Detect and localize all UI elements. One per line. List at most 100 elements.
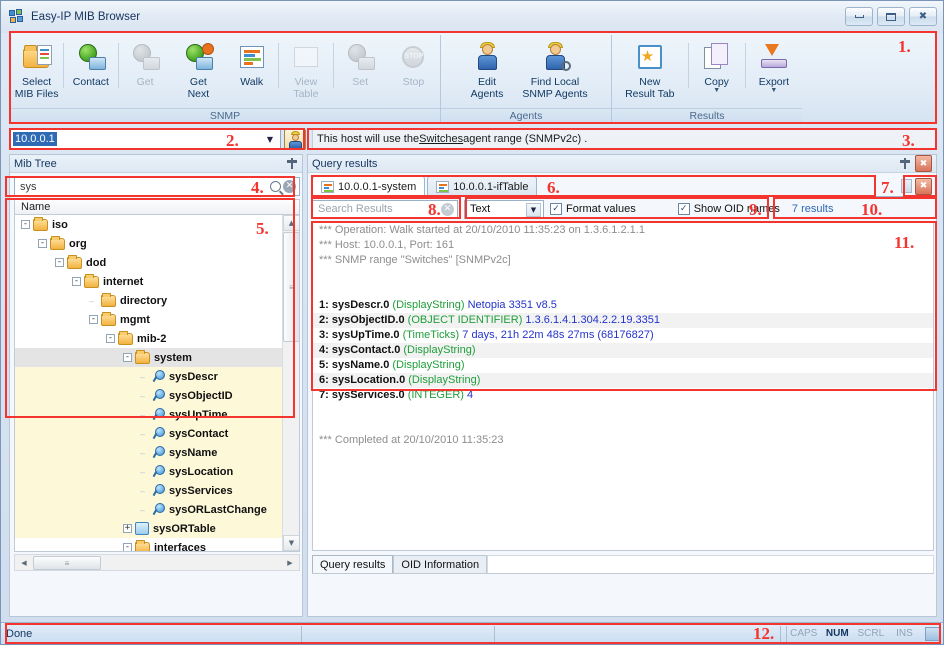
result-index: 7: (319, 389, 332, 401)
bottom-tab-oid-information[interactable]: OID Information (393, 555, 488, 573)
tree-node-sysLocation[interactable]: – sysLocation (15, 462, 283, 481)
expand-icon[interactable]: + (123, 524, 132, 533)
collapse-icon[interactable]: - (123, 353, 132, 362)
close-button[interactable]: ✖ (909, 7, 937, 26)
tree-node-sysObjectID[interactable]: – sysObjectID (15, 386, 283, 405)
pin-icon[interactable] (899, 157, 911, 170)
tree-node-system[interactable]: - system (15, 348, 283, 367)
tree-node-sysName[interactable]: – sysName (15, 443, 283, 462)
export-button[interactable]: Export ▼ (746, 37, 802, 103)
search-icon[interactable] (270, 181, 281, 192)
scroll-down-button[interactable]: ▼ (283, 535, 299, 551)
collapse-icon[interactable]: - (38, 239, 47, 248)
result-index: 6: (319, 374, 332, 386)
bottom-tab-label: OID Information (401, 558, 480, 571)
tree-node-label: sysLocation (169, 465, 234, 478)
collapse-icon[interactable]: - (55, 258, 64, 267)
bottom-tab-label: Query results (320, 558, 386, 571)
scroll-thumb-horizontal[interactable]: ≡ (33, 556, 101, 570)
host-combobox[interactable]: 10.0.0.1 ▼ (9, 129, 281, 149)
tree-vertical-scrollbar[interactable]: ▲ ≡ ▼ (282, 215, 299, 551)
tree-node-sysDescr[interactable]: – sysDescr (15, 367, 283, 386)
tree-node-mgmt[interactable]: - mgmt (15, 310, 283, 329)
collapse-icon[interactable]: - (106, 334, 115, 343)
result-header-line: *** Completed at 20/10/2010 11:35:23 (313, 433, 933, 448)
results-output[interactable]: *** Operation: Walk started at 20/10/201… (312, 222, 934, 551)
clear-icon[interactable]: ✕ (441, 202, 454, 216)
tree-connector: – (140, 504, 146, 515)
minimize-button[interactable] (845, 7, 873, 26)
tree-connector: – (140, 447, 146, 458)
set-button[interactable]: Set (333, 37, 386, 103)
tree-node-iso[interactable]: - iso (15, 215, 283, 234)
tree-horizontal-scrollbar[interactable]: ◀ ≡ ▶ (14, 554, 300, 571)
mib-search-input[interactable]: sys ✕ (14, 177, 300, 196)
result-tab-iftable[interactable]: 10.0.0.1-ifTable (427, 176, 538, 196)
select-mib-files-button[interactable]: Select MIB Files (10, 37, 63, 103)
resize-grip-icon[interactable] (925, 626, 942, 641)
tree-node-dod[interactable]: - dod (15, 253, 283, 272)
folder-icon (101, 311, 116, 326)
collapse-icon[interactable]: - (72, 277, 81, 286)
contact-button[interactable]: Contact (64, 37, 117, 103)
collapse-icon[interactable]: - (21, 220, 30, 229)
tree-node-interfaces[interactable]: - interfaces (15, 538, 283, 551)
result-oid-name: sysUpTime.0 (331, 329, 403, 341)
tree-node-sysUpTime[interactable]: – sysUpTime (15, 405, 283, 424)
clear-icon[interactable]: ✕ (283, 180, 296, 193)
chevron-down-icon[interactable]: ▼ (770, 87, 777, 94)
close-tab-icon[interactable]: ✖ (915, 177, 932, 195)
tree-node-sysORLastChange[interactable]: – sysORLastChange (15, 500, 283, 519)
tree-node-internet[interactable]: - internet (15, 272, 283, 291)
find-local-snmp-agents-button[interactable]: Find Local SNMP Agents (516, 37, 594, 103)
collapse-icon[interactable]: - (123, 543, 132, 551)
view-table-button[interactable]: View Table (279, 37, 332, 103)
stop-button[interactable]: STOP Stop (387, 37, 440, 103)
tree-node-label: sysContact (169, 427, 229, 440)
result-index: 4: (319, 344, 332, 356)
new-result-tab-button[interactable]: ★ New Result Tab (612, 37, 688, 103)
switches-link[interactable]: Switches (419, 133, 463, 145)
result-tabs: 10.0.0.1-system 10.0.0.1-ifTable (312, 176, 934, 197)
walk-button[interactable]: Walk (225, 37, 278, 103)
result-header-text: *** Operation: Walk started at 20/10/201… (319, 224, 645, 236)
get-button[interactable]: Get (118, 37, 171, 103)
chevron-down-icon[interactable]: ▼ (526, 202, 541, 217)
tree-node-directory[interactable]: – directory (15, 291, 283, 310)
host-message: This host will use the Switches agent ra… (312, 129, 937, 149)
tree-node-sysServices[interactable]: – sysServices (15, 481, 283, 500)
copy-button[interactable]: Copy ▼ (689, 37, 745, 103)
oid-leaf-icon (152, 503, 165, 516)
edit-agents-button[interactable]: Edit Agents (458, 37, 516, 103)
mib-tree[interactable]: - iso - org - dod - internet – directory - mgmt - mib… (14, 215, 300, 552)
tree-connector: – (140, 466, 146, 477)
edit-agents-icon (471, 41, 503, 73)
chevron-down-icon[interactable]: ▼ (713, 87, 720, 94)
collapse-icon[interactable]: - (89, 315, 98, 324)
scroll-up-button[interactable]: ▲ (283, 215, 299, 231)
scroll-right-button[interactable]: ▶ (282, 556, 298, 570)
tree-node-label: sysObjectID (169, 389, 233, 402)
maximize-button[interactable] (877, 7, 905, 26)
close-icon[interactable]: ✖ (915, 155, 932, 172)
tree-node-org[interactable]: - org (15, 234, 283, 253)
host-message-suffix: agent range (SNMPv2c) . (463, 133, 588, 145)
format-select[interactable]: Text ▼ (464, 199, 544, 219)
pin-icon[interactable] (286, 157, 298, 170)
tree-node-sysContact[interactable]: – sysContact (15, 424, 283, 443)
show-oid-names-checkbox[interactable]: ✓ Show OID names (677, 203, 780, 215)
ribbon-group-label: SNMP (10, 108, 440, 123)
scroll-thumb[interactable]: ≡ (283, 232, 299, 342)
result-tab-system[interactable]: 10.0.0.1-system (312, 176, 426, 196)
get-next-button[interactable]: Get Next (172, 37, 225, 103)
scroll-left-button[interactable]: ◀ (16, 556, 32, 570)
tree-node-mib-2[interactable]: - mib-2 (15, 329, 283, 348)
chevron-down-icon[interactable]: ▼ (262, 132, 278, 147)
agent-properties-button[interactable] (284, 128, 306, 150)
search-results-input[interactable]: Search Results ✕ (312, 199, 458, 219)
bottom-tab-query-results[interactable]: Query results (312, 555, 394, 573)
tab-list-icon[interactable] (901, 179, 912, 193)
close-icon: ✖ (918, 10, 928, 22)
tree-node-sysORTable[interactable]: + sysORTable (15, 519, 283, 538)
format-values-checkbox[interactable]: ✓ Format values (550, 203, 636, 215)
